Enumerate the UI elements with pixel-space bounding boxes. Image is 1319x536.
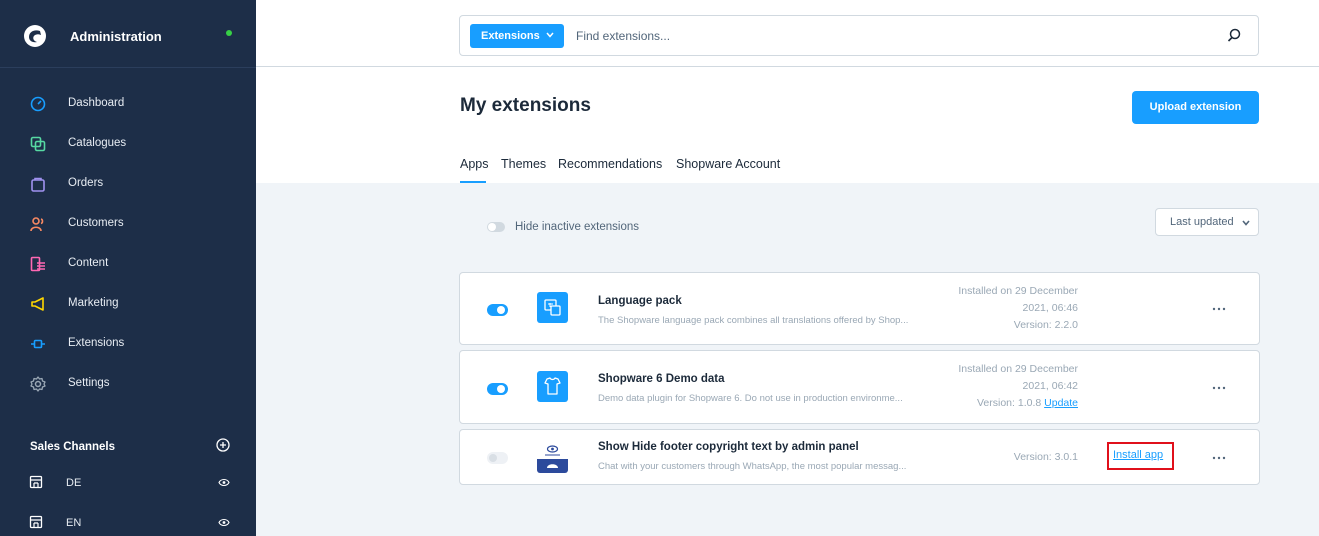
- update-link[interactable]: Update: [1044, 397, 1078, 409]
- active-tab-indicator: [460, 181, 486, 183]
- sidebar-item-label: Marketing: [68, 297, 119, 309]
- extension-active-toggle[interactable]: [487, 452, 508, 464]
- sales-channel-label: EN: [66, 517, 82, 529]
- online-status-icon: [226, 30, 232, 36]
- tab-shopware-account[interactable]: Shopware Account: [676, 157, 780, 171]
- customers-icon: [30, 217, 44, 232]
- storefront-icon: [29, 475, 43, 489]
- installed-date: Installed on 29 December: [958, 363, 1078, 375]
- sidebar-item-orders[interactable]: Orders: [0, 164, 256, 204]
- sales-channel-item-en[interactable]: EN: [0, 505, 256, 536]
- extension-name: Language pack: [598, 295, 682, 307]
- sidebar: Administration Dashboard Catalogues Orde…: [0, 0, 256, 536]
- tab-apps[interactable]: Apps: [460, 157, 489, 171]
- extension-meta: Version: 3.0.1: [940, 449, 1078, 466]
- extension-version-row: Version: 1.0.8 Update: [940, 395, 1078, 412]
- sales-channels-heading: Sales Channels: [30, 441, 116, 453]
- extension-active-toggle[interactable]: [487, 383, 508, 395]
- footer-copyright-app-icon: [537, 442, 568, 473]
- extension-description: The Shopware language pack combines all …: [598, 315, 908, 326]
- extension-description: Demo data plugin for Shopware 6. Do not …: [598, 393, 903, 404]
- content-icon: [30, 256, 45, 272]
- extension-version: Version: 3.0.1: [1013, 451, 1078, 463]
- extension-card: Show Hide footer copyright text by admin…: [459, 429, 1260, 485]
- sort-dropdown[interactable]: Last updated: [1155, 208, 1259, 236]
- chevron-down-icon: [1242, 220, 1250, 226]
- extension-description: Chat with your customers through WhatsAp…: [598, 461, 907, 472]
- language-pack-app-icon: [537, 292, 568, 323]
- installed-time: 2021, 06:42: [1022, 380, 1078, 392]
- sidebar-item-customers[interactable]: Customers: [0, 204, 256, 244]
- extension-version: Version: 1.0.8: [977, 397, 1042, 409]
- sales-channel-item-de[interactable]: DE: [0, 465, 256, 501]
- sidebar-item-label: Customers: [68, 217, 124, 229]
- add-sales-channel-icon[interactable]: [216, 438, 230, 452]
- sidebar-item-label: Dashboard: [68, 97, 125, 109]
- install-app-link[interactable]: Install app: [1113, 449, 1163, 461]
- more-options-icon[interactable]: [1212, 307, 1226, 311]
- tab-recommendations[interactable]: Recommendations: [558, 157, 662, 171]
- hide-inactive-toggle[interactable]: [487, 222, 505, 232]
- installed-date: Installed on 29 December: [958, 285, 1078, 297]
- sort-label: Last updated: [1170, 216, 1234, 228]
- eye-icon[interactable]: [218, 478, 230, 487]
- sidebar-item-label: Catalogues: [68, 137, 127, 149]
- extensions-icon: [31, 339, 45, 349]
- search-input[interactable]: [576, 25, 1196, 47]
- sidebar-header: Administration: [0, 0, 256, 68]
- marketing-icon: [31, 297, 44, 311]
- sales-channel-label: DE: [66, 477, 82, 489]
- sidebar-item-marketing[interactable]: Marketing: [0, 284, 256, 324]
- hide-inactive-label: Hide inactive extensions: [515, 221, 640, 233]
- more-options-icon[interactable]: [1212, 386, 1226, 390]
- extension-name: Shopware 6 Demo data: [598, 373, 725, 385]
- storefront-icon: [29, 515, 43, 529]
- top-bar: Extensions: [256, 0, 1319, 67]
- tab-themes[interactable]: Themes: [501, 157, 546, 171]
- install-app-highlight: Install app: [1107, 442, 1174, 470]
- sidebar-item-label: Extensions: [68, 337, 125, 349]
- extension-active-toggle[interactable]: [487, 304, 508, 316]
- admin-title: Administration: [70, 29, 162, 44]
- settings-icon: [30, 376, 46, 392]
- extension-name: Show Hide footer copyright text by admin…: [598, 441, 859, 453]
- installed-time: 2021, 06:46: [1022, 302, 1078, 314]
- sidebar-item-settings[interactable]: Settings: [0, 364, 256, 404]
- dashboard-icon: [30, 96, 46, 112]
- extension-card: Shopware 6 Demo data Demo data plugin fo…: [459, 350, 1260, 424]
- sidebar-item-dashboard[interactable]: Dashboard: [0, 84, 256, 124]
- sidebar-item-extensions[interactable]: Extensions: [0, 324, 256, 364]
- catalogues-icon: [30, 136, 46, 152]
- page-title: My extensions: [460, 95, 591, 116]
- shopware-logo-icon[interactable]: [24, 25, 46, 47]
- search-type-label: Extensions: [481, 30, 540, 42]
- extension-card: Language pack The Shopware language pack…: [459, 272, 1260, 345]
- extension-meta: Installed on 29 December 2021, 06:46 Ver…: [940, 283, 1078, 334]
- eye-icon[interactable]: [218, 518, 230, 527]
- search-type-dropdown[interactable]: Extensions: [470, 24, 564, 48]
- upload-extension-button[interactable]: Upload extension: [1132, 91, 1259, 124]
- orders-icon: [31, 177, 45, 192]
- extension-meta: Installed on 29 December 2021, 06:42 Ver…: [940, 361, 1078, 412]
- sidebar-item-catalogues[interactable]: Catalogues: [0, 124, 256, 164]
- search-icon[interactable]: [1227, 28, 1241, 42]
- extension-version: Version: 2.2.0: [1013, 319, 1078, 331]
- chevron-down-icon: [546, 32, 554, 38]
- more-options-icon[interactable]: [1212, 456, 1226, 460]
- sidebar-item-label: Content: [68, 257, 109, 269]
- sidebar-item-label: Orders: [68, 177, 104, 189]
- sidebar-item-content[interactable]: Content: [0, 244, 256, 284]
- demo-data-app-icon: [537, 371, 568, 402]
- global-search: Extensions: [459, 15, 1259, 56]
- sidebar-item-label: Settings: [68, 377, 110, 389]
